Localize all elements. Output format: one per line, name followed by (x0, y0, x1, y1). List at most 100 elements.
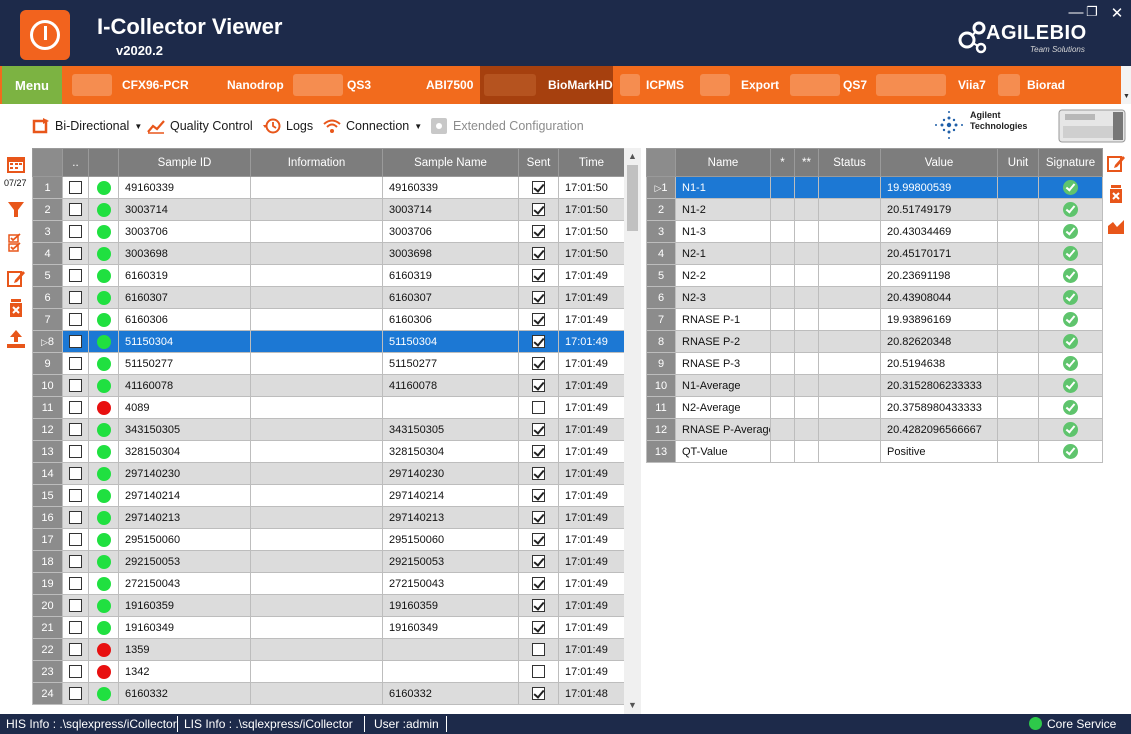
result-name-cell[interactable]: N1-2 (675, 198, 771, 221)
sent-checkbox[interactable] (532, 621, 545, 634)
result-value-cell[interactable]: 20.23691198 (880, 264, 998, 287)
sent-cell[interactable] (518, 286, 559, 309)
connection-dropdown[interactable]: Connection ▼ (323, 118, 422, 134)
sent-checkbox[interactable] (532, 445, 545, 458)
sample-row[interactable]: 12 343150305 343150305 17:01:49 (32, 418, 625, 441)
sample-row[interactable]: 5 6160319 6160319 17:01:49 (32, 264, 625, 287)
sample-row[interactable]: 11 4089 17:01:49 (32, 396, 625, 419)
nav-item-cfx96[interactable]: CFX96-PCR (122, 66, 189, 104)
sent-cell[interactable] (518, 506, 559, 529)
result-row[interactable]: 2 N1-2 20.51749179 (646, 198, 1103, 221)
sent-cell[interactable] (518, 682, 559, 705)
row-select-checkbox[interactable] (69, 621, 82, 634)
sample-id-cell[interactable]: 1342 (118, 660, 251, 683)
result-row[interactable]: 10 N1-Average 20.3152806233333 (646, 374, 1103, 397)
information-cell[interactable] (250, 660, 383, 683)
sample-id-cell[interactable]: 297140213 (118, 506, 251, 529)
information-cell[interactable] (250, 198, 383, 221)
row-number[interactable]: 13 (32, 440, 63, 463)
sent-checkbox[interactable] (532, 335, 545, 348)
sample-id-cell[interactable]: 297140214 (118, 484, 251, 507)
filter-icon[interactable] (6, 200, 26, 220)
sample-row[interactable]: 7 6160306 6160306 17:01:49 (32, 308, 625, 331)
row-select-checkbox[interactable] (69, 687, 82, 700)
sample-row[interactable]: 1 49160339 49160339 17:01:50 (32, 176, 625, 199)
row-select-cell[interactable] (62, 484, 89, 507)
row-select-checkbox[interactable] (69, 335, 82, 348)
row-number[interactable]: 9 (32, 352, 63, 375)
information-cell[interactable] (250, 440, 383, 463)
row-select-checkbox[interactable] (69, 203, 82, 216)
row-number[interactable]: 3 (32, 220, 63, 243)
result-name-cell[interactable]: N1-Average (675, 374, 771, 397)
sample-name-cell[interactable]: 6160306 (382, 308, 519, 331)
result-row[interactable]: ▷1 N1-1 19.99800539 (646, 176, 1103, 199)
sample-name-cell[interactable]: 343150305 (382, 418, 519, 441)
sample-id-cell[interactable]: 19160349 (118, 616, 251, 639)
row-select-checkbox[interactable] (69, 599, 82, 612)
sent-cell[interactable] (518, 418, 559, 441)
result-value-cell[interactable]: 20.3152806233333 (880, 374, 998, 397)
information-cell[interactable] (250, 374, 383, 397)
row-number[interactable]: 12 (32, 418, 63, 441)
row-number[interactable]: 2 (32, 198, 63, 221)
row-number[interactable]: 16 (32, 506, 63, 529)
row-number[interactable]: 6 (646, 286, 676, 309)
sample-name-cell[interactable]: 292150053 (382, 550, 519, 573)
sample-row[interactable]: 9 51150277 51150277 17:01:49 (32, 352, 625, 375)
row-select-cell[interactable] (62, 418, 89, 441)
sample-row[interactable]: 22 1359 17:01:49 (32, 638, 625, 661)
sent-checkbox[interactable] (532, 181, 545, 194)
value-header[interactable]: Value (880, 148, 998, 177)
sample-row[interactable]: 21 19160349 19160349 17:01:49 (32, 616, 625, 639)
sample-id-cell[interactable]: 6160319 (118, 264, 251, 287)
sent-cell[interactable] (518, 616, 559, 639)
area-chart-icon[interactable] (1106, 216, 1126, 236)
sample-name-cell[interactable]: 295150060 (382, 528, 519, 551)
nav-item-qs3[interactable]: QS3 (347, 66, 371, 104)
sample-id-cell[interactable]: 328150304 (118, 440, 251, 463)
row-select-cell[interactable] (62, 198, 89, 221)
calendar-icon[interactable] (6, 154, 26, 174)
sent-checkbox[interactable] (532, 357, 545, 370)
result-value-cell[interactable]: 20.5194638 (880, 352, 998, 375)
sample-id-header[interactable]: Sample ID (118, 148, 251, 177)
row-select-checkbox[interactable] (69, 445, 82, 458)
row-number[interactable]: 22 (32, 638, 63, 661)
nav-scroll-arrow[interactable]: ▼ (1121, 66, 1131, 104)
row-select-cell[interactable] (62, 396, 89, 419)
row-number[interactable]: 14 (32, 462, 63, 485)
information-cell[interactable] (250, 264, 383, 287)
nav-item-icpms[interactable]: ICPMS (646, 66, 684, 104)
sample-row[interactable]: 16 297140213 297140213 17:01:49 (32, 506, 625, 529)
sent-checkbox[interactable] (532, 401, 545, 414)
row-select-checkbox[interactable] (69, 577, 82, 590)
sample-row[interactable]: 10 41160078 41160078 17:01:49 (32, 374, 625, 397)
result-name-cell[interactable]: QT-Value (675, 440, 771, 463)
result-value-cell[interactable]: 20.43908044 (880, 286, 998, 309)
sample-name-cell[interactable]: 297140213 (382, 506, 519, 529)
result-value-cell[interactable]: 20.43034469 (880, 220, 998, 243)
row-number[interactable]: 7 (32, 308, 63, 331)
sample-id-cell[interactable]: 4089 (118, 396, 251, 419)
information-cell[interactable] (250, 396, 383, 419)
scroll-thumb[interactable] (627, 165, 638, 231)
sent-cell[interactable] (518, 242, 559, 265)
upload-icon[interactable] (6, 329, 26, 349)
row-number[interactable]: ▷8 (32, 330, 63, 353)
sample-id-cell[interactable]: 41160078 (118, 374, 251, 397)
result-name-cell[interactable]: N2-2 (675, 264, 771, 287)
row-select-checkbox[interactable] (69, 665, 82, 678)
information-cell[interactable] (250, 418, 383, 441)
result-row[interactable]: 7 RNASE P-1 19.93896169 (646, 308, 1103, 331)
information-cell[interactable] (250, 638, 383, 661)
row-number[interactable]: 17 (32, 528, 63, 551)
sent-cell[interactable] (518, 220, 559, 243)
row-number[interactable]: 24 (32, 682, 63, 705)
sent-checkbox[interactable] (532, 599, 545, 612)
close-icon[interactable]: ✕ (1108, 4, 1126, 22)
information-cell[interactable] (250, 484, 383, 507)
row-select-checkbox[interactable] (69, 357, 82, 370)
row-select-cell[interactable] (62, 616, 89, 639)
row-select-cell[interactable] (62, 528, 89, 551)
